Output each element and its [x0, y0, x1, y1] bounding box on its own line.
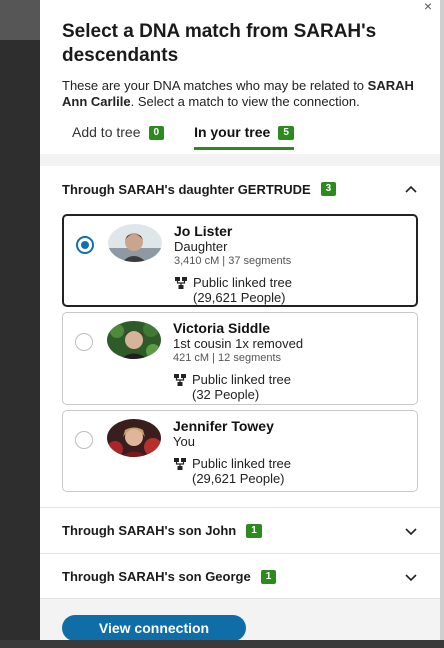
- section-count-badge: 1: [260, 569, 277, 584]
- linked-tree-text: Public linked tree (29,621 People): [192, 456, 291, 486]
- tab-count-badge: 5: [278, 126, 294, 140]
- family-tree-icon: [175, 277, 187, 289]
- chevron-down-icon[interactable]: [404, 572, 418, 582]
- match-dna-shared: 3,410 cM | 37 segments: [174, 255, 292, 267]
- match-list: Through SARAH's daughter GERTRUDE 3 Jo Li…: [40, 154, 440, 640]
- section-count-badge: 1: [246, 523, 262, 538]
- background-page-edge: [0, 0, 40, 648]
- linked-tree: Public linked tree (29,621 People): [173, 456, 409, 486]
- chevron-down-icon[interactable]: [404, 526, 418, 536]
- chevron-up-icon[interactable]: [404, 184, 418, 194]
- section-header-george[interactable]: Through SARAH's son George 1: [40, 554, 440, 600]
- section-title: Through SARAH's son George: [62, 569, 251, 584]
- panel-header: Select a DNA match from SARAH's descenda…: [40, 0, 440, 150]
- linked-tree-text: Public linked tree (32 People): [192, 372, 291, 402]
- linked-tree-people: (29,621 People): [192, 471, 285, 486]
- family-tree-icon: [174, 374, 186, 386]
- tab-label: In your tree: [194, 124, 271, 140]
- close-icon[interactable]: ×: [424, 0, 432, 13]
- view-connection-button[interactable]: View connection: [62, 615, 246, 640]
- section-title: Through SARAH's daughter GERTRUDE: [62, 181, 311, 197]
- panel-title: Select a DNA match from SARAH's descenda…: [62, 21, 377, 66]
- radio-icon[interactable]: [75, 333, 93, 351]
- section-label: Through SARAH's son John 1: [62, 523, 404, 538]
- linked-tree-label: Public linked tree: [192, 456, 291, 471]
- match-dna-shared: 421 cM | 12 segments: [173, 352, 282, 364]
- tab-count-badge: 0: [148, 126, 165, 140]
- match-info: Jennifer Towey You Public linked tree (2…: [173, 418, 409, 486]
- match-cards: Jo Lister Daughter 3,410 cM | 37 segment…: [40, 212, 440, 508]
- match-name: Victoria Siddle: [173, 320, 270, 336]
- dna-match-panel: × Select a DNA match from SARAH's descen…: [40, 0, 440, 640]
- match-info: Jo Lister Daughter 3,410 cM | 37 segment…: [174, 223, 408, 305]
- section-header-john[interactable]: Through SARAH's son John 1: [40, 508, 440, 554]
- section-title: Through SARAH's son John: [62, 523, 237, 538]
- section-label: Through SARAH's son George 1: [62, 569, 404, 584]
- radio-selected-icon[interactable]: [76, 236, 94, 254]
- family-tree-icon: [174, 458, 186, 470]
- match-relationship: Daughter: [174, 239, 228, 254]
- section-count-badge: 3: [320, 182, 337, 196]
- linked-tree-people: (32 People): [192, 387, 260, 402]
- radio-icon[interactable]: [75, 431, 93, 449]
- tab-add-to-tree[interactable]: Add to tree 0: [72, 124, 165, 150]
- match-name: Jo Lister: [174, 223, 233, 239]
- scrollbar-track[interactable]: [440, 0, 444, 648]
- avatar: [108, 224, 162, 262]
- panel-description: These are your DNA matches who may be re…: [62, 78, 418, 110]
- match-relationship: You: [173, 434, 195, 449]
- match-tabs: Add to tree 0 In your tree 5: [62, 124, 418, 150]
- match-card-victoria-siddle[interactable]: Victoria Siddle 1st cousin 1x removed 42…: [62, 312, 418, 405]
- avatar: [107, 321, 161, 359]
- linked-tree-label: Public linked tree: [193, 275, 292, 290]
- desc-prefix: These are your DNA matches who may be re…: [62, 78, 368, 93]
- match-card-jo-lister[interactable]: Jo Lister Daughter 3,410 cM | 37 segment…: [62, 214, 418, 307]
- match-card-jennifer-towey[interactable]: Jennifer Towey You Public linked tree (2…: [62, 410, 418, 492]
- match-relationship: 1st cousin 1x removed: [173, 336, 304, 351]
- linked-tree: Public linked tree (32 People): [173, 372, 409, 402]
- linked-tree: Public linked tree (29,621 People): [174, 275, 408, 305]
- linked-tree-people: (29,621 People): [193, 290, 286, 305]
- tab-label: Add to tree: [72, 124, 141, 140]
- section-label: Through SARAH's daughter GERTRUDE 3: [62, 182, 404, 197]
- tab-in-your-tree[interactable]: In your tree 5: [194, 124, 294, 150]
- section-header-gertrude[interactable]: Through SARAH's daughter GERTRUDE 3: [40, 166, 440, 212]
- avatar: [107, 419, 161, 457]
- desc-suffix: . Select a match to view the connection.: [130, 94, 360, 109]
- background-page-bottom: [0, 640, 444, 648]
- match-info: Victoria Siddle 1st cousin 1x removed 42…: [173, 320, 409, 402]
- panel-footer: View connection: [40, 598, 440, 640]
- match-name: Jennifer Towey: [173, 418, 274, 434]
- linked-tree-text: Public linked tree (29,621 People): [193, 275, 292, 305]
- linked-tree-label: Public linked tree: [192, 372, 291, 387]
